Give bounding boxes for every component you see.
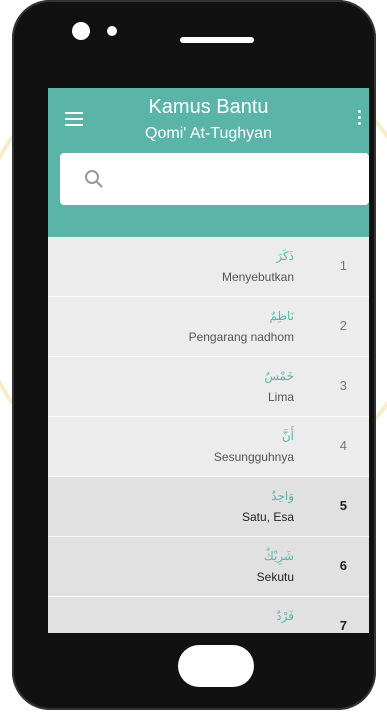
phone-frame: Kamus Bantu Qomi' At-Tughyan ذَكَرَ Meny… [12, 0, 376, 710]
app-title: Kamus Bantu [148, 96, 269, 118]
item-number: 6 [339, 558, 347, 573]
front-camera [72, 22, 90, 40]
app-screen: Kamus Bantu Qomi' At-Tughyan ذَكَرَ Meny… [48, 88, 369, 633]
arabic-word: خَمْسٌ [264, 369, 294, 383]
item-number: 4 [339, 438, 347, 453]
arabic-word: نَاظِمٌ [269, 309, 294, 323]
word-meaning: Menyebutkan [221, 270, 294, 284]
word-meaning: Lima [267, 390, 294, 404]
arabic-word: وَاحِدٌ [271, 489, 294, 503]
word-meaning: Sekutu [256, 570, 294, 584]
item-number: 5 [339, 498, 347, 513]
arabic-word: أَنَّ [281, 429, 294, 443]
arabic-word: شَرِيْكٌ [263, 549, 294, 563]
word-list: ذَكَرَ Menyebutkan 1 نَاظِمٌ Pengarang n… [48, 237, 369, 633]
word-meaning: Pengarang nadhom [188, 330, 294, 344]
list-item[interactable]: وَاحِدٌ Satu, Esa 5 [48, 477, 369, 537]
search-input[interactable] [116, 165, 360, 195]
list-item[interactable]: خَمْسٌ Lima 3 [48, 357, 369, 417]
arabic-word: فَرْدٌ [276, 609, 294, 623]
item-number: 3 [339, 378, 347, 393]
list-item[interactable]: ذَكَرَ Menyebutkan 1 [48, 237, 369, 297]
app-bar: Kamus Bantu Qomi' At-Tughyan [48, 88, 369, 237]
speaker-slot [180, 37, 254, 43]
sensor [107, 26, 117, 36]
list-item[interactable]: فَرْدٌ 7 [48, 597, 369, 633]
item-number: 2 [339, 318, 347, 333]
item-number: 1 [339, 258, 347, 273]
list-item[interactable]: نَاظِمٌ Pengarang nadhom 2 [48, 297, 369, 357]
word-meaning: Sesungguhnya [213, 450, 294, 464]
app-subtitle: Qomi' At-Tughyan [145, 125, 272, 142]
arabic-word: ذَكَرَ [276, 249, 294, 263]
more-options-icon[interactable] [353, 108, 365, 128]
search-icon[interactable] [84, 169, 104, 189]
search-bar [60, 153, 369, 205]
home-button[interactable] [178, 645, 254, 687]
item-number: 7 [339, 618, 347, 633]
list-item[interactable]: أَنَّ Sesungguhnya 4 [48, 417, 369, 477]
list-item[interactable]: شَرِيْكٌ Sekutu 6 [48, 537, 369, 597]
word-meaning: Satu, Esa [241, 510, 294, 524]
